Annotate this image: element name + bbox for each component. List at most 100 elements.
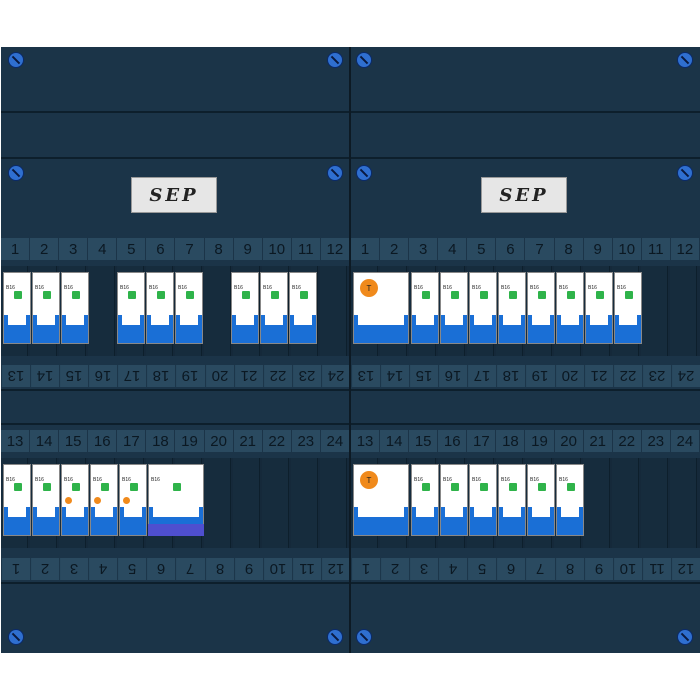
module-number: 18 — [496, 430, 526, 452]
mcb-breaker[interactable]: B16 — [32, 464, 60, 536]
mcb-breaker[interactable]: B16 — [498, 272, 526, 344]
module-number: 1 — [351, 238, 381, 260]
breaker-toggle[interactable] — [528, 507, 554, 535]
breaker-rating: B16 — [178, 285, 187, 291]
empty-slot — [233, 458, 260, 548]
breaker-toggle[interactable] — [290, 315, 316, 343]
mcb-breaker[interactable]: B16 — [90, 464, 118, 536]
mcb-breaker[interactable]: B16 — [527, 464, 555, 536]
screw-icon — [8, 52, 24, 68]
mcb-breaker[interactable]: B16 — [3, 272, 31, 344]
breaker-toggle[interactable] — [147, 315, 173, 343]
breaker-toggle[interactable] — [91, 507, 117, 535]
module-number: 4 — [438, 558, 468, 580]
mcb-breaker[interactable]: B16 — [411, 272, 439, 344]
rcbo-test-dot-icon — [65, 497, 72, 504]
breaker-toggle[interactable] — [412, 507, 438, 535]
mcb-breaker[interactable]: B16 — [527, 272, 555, 344]
screw-icon — [327, 52, 343, 68]
breaker-toggle[interactable] — [470, 507, 496, 535]
breaker-toggle[interactable] — [441, 315, 467, 343]
breaker-toggle[interactable] — [33, 315, 59, 343]
mcb-breaker[interactable]: B16 — [614, 272, 642, 344]
breaker-rating: B16 — [234, 285, 243, 291]
module-number: 18 — [146, 430, 176, 452]
mcb-breaker[interactable]: B16 — [61, 464, 89, 536]
mcb-breaker[interactable]: B16 — [556, 464, 584, 536]
rcd-breaker[interactable]: T — [353, 272, 409, 344]
module-number: 11 — [292, 238, 321, 260]
module-number: 22 — [612, 365, 642, 387]
din-rail-row-2: B16 B16 B16 B16 B16 B16 — [1, 458, 350, 548]
empty-slot — [262, 458, 289, 548]
mcb-breaker[interactable]: B16 — [119, 464, 147, 536]
mcb-breaker[interactable]: B16 — [469, 272, 497, 344]
cover-seam — [351, 157, 700, 159]
breaker-toggle[interactable] — [499, 507, 525, 535]
breaker-toggle[interactable] — [62, 507, 88, 535]
breaker-toggle[interactable] — [441, 507, 467, 535]
module-number: 13 — [1, 430, 31, 452]
module-number: 4 — [88, 238, 118, 260]
breaker-toggle[interactable] — [261, 315, 287, 343]
mcb-breaker[interactable]: B16 — [146, 272, 174, 344]
mcb-breaker[interactable]: B16 — [556, 272, 584, 344]
mcb-breaker[interactable]: B16 — [117, 272, 145, 344]
test-button-icon[interactable]: T — [360, 279, 378, 297]
breaker-toggle[interactable] — [470, 315, 496, 343]
breaker-toggle[interactable] — [4, 507, 30, 535]
module-number: 13 — [351, 430, 381, 452]
module-number: 8 — [554, 558, 584, 580]
cover-seam — [1, 111, 350, 113]
module-number: 13 — [1, 365, 31, 387]
mcb-breaker[interactable]: B16 — [440, 272, 468, 344]
breaker-toggle[interactable] — [354, 507, 408, 535]
trip-indicator-icon — [451, 483, 459, 491]
mcb-breaker[interactable]: B16 — [3, 464, 31, 536]
breaker-toggle[interactable] — [557, 315, 583, 343]
trip-indicator-icon — [538, 483, 546, 491]
rcd-breaker[interactable]: T — [353, 464, 409, 536]
module-number: 13 — [351, 365, 381, 387]
distribution-panel-left: SEP 1 2 3 4 5 6 7 8 9 10 11 12 B16 B16 B16 B16 B16 B16 B1… — [1, 47, 350, 653]
breaker-toggle[interactable] — [528, 315, 554, 343]
trip-indicator-icon — [567, 291, 575, 299]
mcb-breaker[interactable]: B16 — [289, 272, 317, 344]
mcb-breaker[interactable]: B16 — [469, 464, 497, 536]
breaker-toggle[interactable] — [499, 315, 525, 343]
trip-indicator-icon — [242, 291, 250, 299]
module-number: 5 — [467, 238, 497, 260]
breaker-toggle[interactable] — [586, 315, 612, 343]
rcbo-test-dot-icon — [123, 497, 130, 504]
mcb-breaker[interactable]: B16 — [61, 272, 89, 344]
mcb-breaker[interactable]: B16 — [175, 272, 203, 344]
breaker-toggle[interactable] — [615, 315, 641, 343]
module-number: 11 — [641, 558, 671, 580]
breaker-toggle[interactable] — [176, 315, 202, 343]
mcb-breaker[interactable]: B16 — [498, 464, 526, 536]
module-number: 16 — [88, 365, 118, 387]
mcb-breaker[interactable]: B16 — [440, 464, 468, 536]
breaker-toggle[interactable] — [33, 507, 59, 535]
breaker-toggle[interactable] — [412, 315, 438, 343]
breaker-toggle[interactable] — [557, 507, 583, 535]
mcb-breaker[interactable]: B16 — [32, 272, 60, 344]
breaker-rating: B16 — [120, 285, 129, 291]
mcb-breaker[interactable]: B16 — [585, 272, 613, 344]
module-number: 22 — [613, 430, 642, 452]
mcb-breaker[interactable]: B16 — [231, 272, 259, 344]
breaker-toggle[interactable] — [62, 315, 88, 343]
module-number: 20 — [555, 430, 584, 452]
breaker-toggle[interactable] — [354, 315, 408, 343]
breaker-toggle[interactable] — [232, 315, 258, 343]
mcb-breaker[interactable]: B16 — [411, 464, 439, 536]
mcb-breaker[interactable]: B16 — [260, 272, 288, 344]
cover-seam — [351, 582, 700, 584]
breaker-toggle[interactable] — [118, 315, 144, 343]
screw-icon — [356, 165, 372, 181]
test-button-icon[interactable]: T — [360, 471, 378, 489]
breaker-toggle[interactable] — [4, 315, 30, 343]
trip-indicator-icon — [43, 483, 51, 491]
module-number: 15 — [59, 430, 89, 452]
breaker-toggle[interactable] — [120, 507, 146, 535]
